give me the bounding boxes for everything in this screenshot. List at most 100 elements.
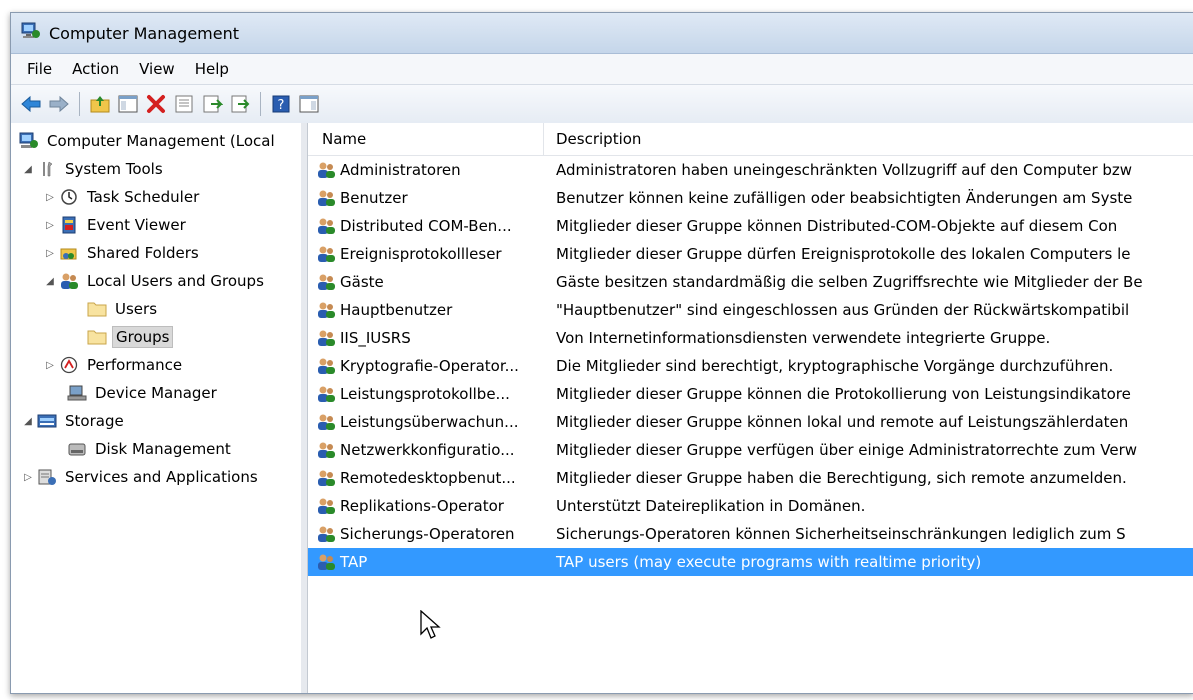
tree-item-task-scheduler[interactable]: ▷ Task Scheduler xyxy=(11,183,301,211)
collapse-triangle-icon[interactable]: ◢ xyxy=(21,416,35,427)
group-description: Von Internetinformationsdiensten verwend… xyxy=(556,329,1051,347)
back-arrow-icon[interactable] xyxy=(19,92,43,116)
group-icon xyxy=(316,553,336,571)
properties-icon[interactable] xyxy=(172,92,196,116)
shared-folder-icon xyxy=(59,243,79,263)
list-item[interactable]: Hauptbenutzer "Hauptbenutzer" sind einges… xyxy=(308,296,1193,324)
toolbar: ? xyxy=(11,85,1193,124)
list-item[interactable]: Ereignisprotokollleser Mitglieder dieser … xyxy=(308,240,1193,268)
computer-management-icon xyxy=(19,131,39,151)
group-description: Benutzer können keine zufälligen oder be… xyxy=(556,189,1133,207)
group-icon xyxy=(316,413,336,431)
list-item[interactable]: Netzwerkkonfiguratio... Mitglieder dieser… xyxy=(308,436,1193,464)
group-name: Benutzer xyxy=(340,189,408,207)
navigation-tree: Computer Management (Local ◢ System Tool… xyxy=(11,123,307,693)
group-icon xyxy=(316,329,336,347)
menu-view[interactable]: View xyxy=(129,58,185,80)
delete-icon[interactable] xyxy=(144,92,168,116)
group-name-cell: Netzwerkkonfiguratio... xyxy=(308,441,544,459)
toolbar-separator xyxy=(260,92,261,116)
expand-triangle-icon[interactable]: ▷ xyxy=(43,360,57,371)
list-item[interactable]: Gäste Gäste besitzen standardmäßig die se… xyxy=(308,268,1193,296)
group-name-cell: IIS_IUSRS xyxy=(308,329,544,347)
expand-triangle-icon[interactable]: ▷ xyxy=(43,248,57,259)
list-item[interactable]: TAP TAP users (may execute programs with … xyxy=(308,548,1193,576)
clock-icon xyxy=(59,187,79,207)
group-name-cell: Kryptografie-Operator... xyxy=(308,357,544,375)
group-name: Gäste xyxy=(340,273,384,291)
device-manager-icon xyxy=(67,383,87,403)
svg-text:?: ? xyxy=(278,98,285,113)
tree-item-computer-management[interactable]: Computer Management (Local xyxy=(11,127,301,155)
collapse-triangle-icon[interactable]: ◢ xyxy=(43,276,57,287)
show-hide-action-pane-icon[interactable] xyxy=(297,92,321,116)
group-description: Mitglieder dieser Gruppe können lokal un… xyxy=(556,413,1129,431)
group-name: Hauptbenutzer xyxy=(340,301,453,319)
expand-triangle-icon[interactable]: ▷ xyxy=(21,472,35,483)
list-item[interactable]: Distributed COM-Ben... Mitglieder dieser … xyxy=(308,212,1193,240)
group-icon xyxy=(316,189,336,207)
list-item[interactable]: Leistungsüberwachun... Mitglieder dieser … xyxy=(308,408,1193,436)
tree-item-users[interactable]: Users xyxy=(11,295,301,323)
list-item[interactable]: Remotedesktopbenut... Mitglieder dieser G… xyxy=(308,464,1193,492)
groups-list-view: Name Description Administratoren Administ… xyxy=(307,123,1193,693)
tree-item-disk-management[interactable]: Disk Management xyxy=(11,435,301,463)
expand-triangle-icon[interactable]: ▷ xyxy=(43,220,57,231)
group-description: "Hauptbenutzer" sind eingeschlossen aus … xyxy=(556,301,1130,319)
list-item[interactable]: Benutzer Benutzer können keine zufälligen… xyxy=(308,184,1193,212)
group-name-cell: Remotedesktopbenut... xyxy=(308,469,544,487)
group-name-cell: Replikations-Operator xyxy=(308,497,544,515)
tree-item-groups[interactable]: Groups xyxy=(11,323,301,351)
menu-help[interactable]: Help xyxy=(185,58,239,80)
window-title: Computer Management xyxy=(49,23,240,43)
list-item[interactable]: Sicherungs-Operatoren Sicherungs-Operator… xyxy=(308,520,1193,548)
group-name: Kryptografie-Operator... xyxy=(340,357,519,375)
expand-triangle-icon[interactable]: ▷ xyxy=(43,192,57,203)
group-name-cell: Ereignisprotokollleser xyxy=(308,245,544,263)
tree-item-local-users-groups[interactable]: ◢ Local Users and Groups xyxy=(11,267,301,295)
tree-item-performance[interactable]: ▷ Performance xyxy=(11,351,301,379)
group-name: Distributed COM-Ben... xyxy=(340,217,512,235)
toolbar-separator xyxy=(79,92,80,116)
list-item[interactable]: Administratoren Administratoren haben une… xyxy=(308,156,1193,184)
group-icon xyxy=(316,525,336,543)
group-icon xyxy=(316,385,336,403)
folder-icon xyxy=(87,327,107,347)
list-item[interactable]: Kryptografie-Operator... Die Mitglieder s… xyxy=(308,352,1193,380)
export-list-icon[interactable] xyxy=(228,92,252,116)
group-name-cell: Sicherungs-Operatoren xyxy=(308,525,544,543)
list-item[interactable]: Replikations-Operator Unterstützt Dateire… xyxy=(308,492,1193,520)
tree-item-shared-folders[interactable]: ▷ Shared Folders xyxy=(11,239,301,267)
menu-file[interactable]: File xyxy=(17,58,62,80)
group-name-cell: TAP xyxy=(308,553,544,571)
tree-item-system-tools[interactable]: ◢ System Tools xyxy=(11,155,301,183)
tree-item-services-applications[interactable]: ▷ Services and Applications xyxy=(11,463,301,491)
column-header-name[interactable]: Name xyxy=(308,123,544,155)
column-header-description[interactable]: Description xyxy=(544,123,641,155)
folder-icon xyxy=(87,299,107,319)
group-description: Die Mitglieder sind berechtigt, kryptogr… xyxy=(556,357,1114,375)
list-item[interactable]: Leistungsprotokollbe... Mitglieder dieser… xyxy=(308,380,1193,408)
menu-bar: File Action View Help xyxy=(11,54,1193,85)
group-description: Mitglieder dieser Gruppe verfügen über e… xyxy=(556,441,1138,459)
tree-item-event-viewer[interactable]: ▷ Event Viewer xyxy=(11,211,301,239)
group-icon xyxy=(316,161,336,179)
tree-item-storage[interactable]: ◢ Storage xyxy=(11,407,301,435)
title-bar: Computer Management xyxy=(11,13,1193,54)
help-icon[interactable]: ? xyxy=(269,92,293,116)
up-folder-icon[interactable] xyxy=(88,92,112,116)
list-item[interactable]: IIS_IUSRS Von Internetinformationsdienste… xyxy=(308,324,1193,352)
refresh-icon[interactable] xyxy=(200,92,224,116)
performance-icon xyxy=(59,355,79,375)
group-icon xyxy=(316,441,336,459)
forward-arrow-icon[interactable] xyxy=(47,92,71,116)
group-name: Leistungsüberwachun... xyxy=(340,413,519,431)
show-hide-tree-icon[interactable] xyxy=(116,92,140,116)
computer-management-app-icon xyxy=(21,21,41,45)
tree-item-device-manager[interactable]: Device Manager xyxy=(11,379,301,407)
collapse-triangle-icon[interactable]: ◢ xyxy=(21,164,35,175)
group-description: Mitglieder dieser Gruppe können die Prot… xyxy=(556,385,1131,403)
menu-action[interactable]: Action xyxy=(62,58,129,80)
group-icon xyxy=(316,217,336,235)
storage-icon xyxy=(37,411,57,431)
